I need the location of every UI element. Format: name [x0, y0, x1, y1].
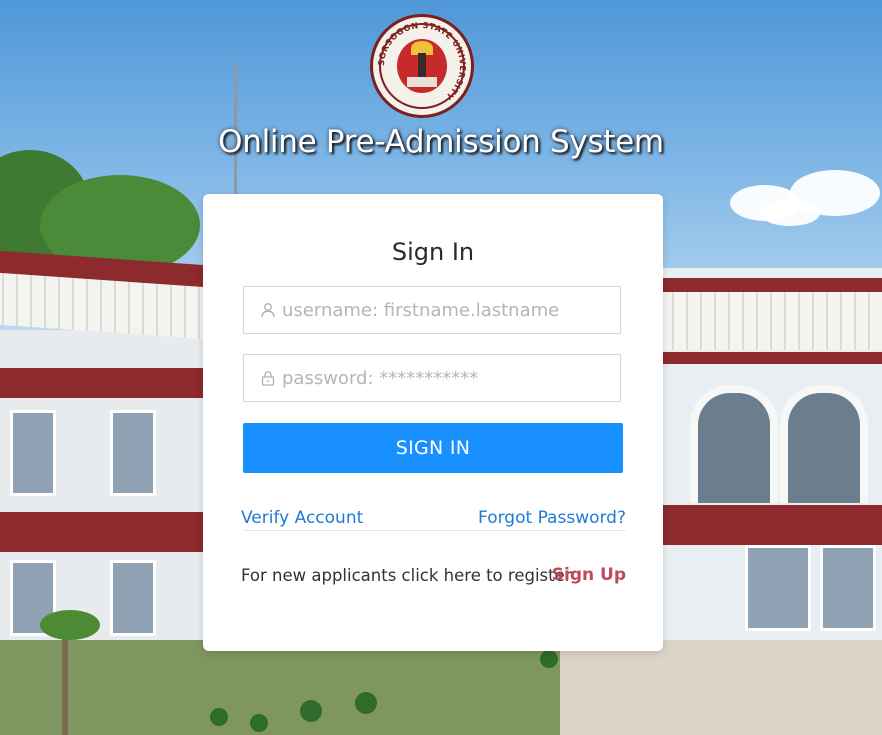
bush: [250, 714, 268, 732]
forgot-password-link[interactable]: Forgot Password?: [478, 508, 626, 528]
divider: [243, 530, 626, 531]
window: [745, 545, 811, 631]
wall-band: [0, 512, 205, 552]
verify-account-link[interactable]: Verify Account: [241, 508, 363, 528]
window: [110, 410, 156, 496]
user-icon: [260, 302, 276, 318]
university-logo: SORSOGON STATE UNIVERSITY: [370, 14, 474, 118]
window: [820, 545, 876, 631]
register-prompt: For new applicants click here to registe…: [241, 566, 572, 585]
lock-icon: [260, 370, 276, 386]
window: [10, 410, 56, 496]
cloud: [760, 200, 820, 226]
window: [110, 560, 156, 636]
bush: [210, 708, 228, 726]
password-input[interactable]: [282, 367, 620, 389]
logo-banner: [407, 77, 437, 87]
username-input[interactable]: [282, 299, 620, 321]
bush: [540, 650, 558, 668]
signin-card: Sign In SIGN IN Verify Account Forgot Pa…: [203, 194, 663, 651]
signup-link[interactable]: Sign Up: [552, 565, 626, 585]
wall-band: [0, 368, 205, 398]
wall-band: [660, 352, 882, 364]
logo-emblem: [397, 39, 447, 93]
username-field[interactable]: [243, 286, 621, 334]
arch: [780, 385, 868, 503]
signin-heading: Sign In: [391, 238, 475, 266]
palm-leaves: [40, 610, 100, 640]
walkway: [560, 640, 882, 735]
wall-band: [660, 505, 882, 545]
password-field[interactable]: [243, 354, 621, 402]
arch: [690, 385, 778, 503]
roof-band: [660, 278, 882, 292]
bush: [355, 692, 377, 714]
app-title: Online Pre-Admission System: [218, 124, 664, 160]
signin-button[interactable]: SIGN IN: [243, 423, 623, 473]
bush: [300, 700, 322, 722]
